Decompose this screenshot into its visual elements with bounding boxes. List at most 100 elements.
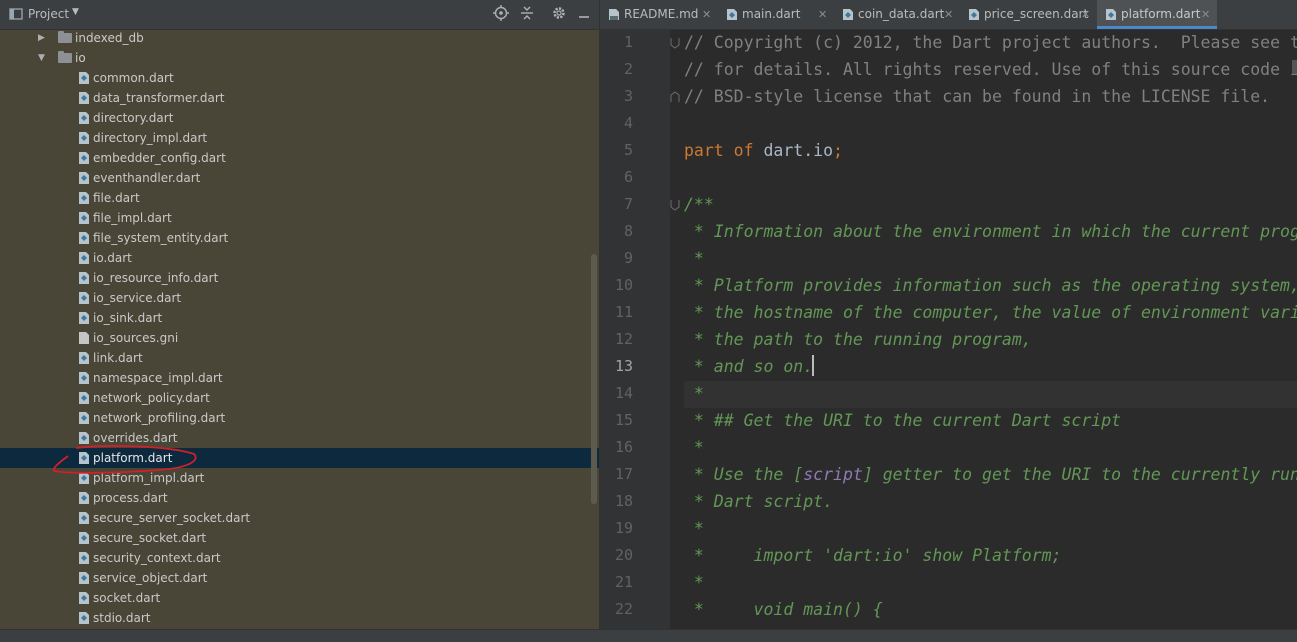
close-tab-icon[interactable]: ✕: [1081, 0, 1090, 29]
close-tab-icon[interactable]: ✕: [702, 0, 711, 29]
line-number: 21: [614, 573, 633, 591]
code-token: *: [684, 573, 704, 592]
tree-file[interactable]: io_sources.gni: [0, 328, 599, 348]
tree-file[interactable]: io.dart: [0, 248, 599, 268]
code-token: dart.io: [763, 141, 834, 160]
tree-file[interactable]: eventhandler.dart: [0, 168, 599, 188]
line-number: 1: [623, 33, 633, 51]
fold-marker-icon[interactable]: [670, 91, 680, 103]
editor-pane: README.md ✕ main.dart ✕ coin_data.dart ✕ price…: [599, 0, 1297, 629]
tree-file[interactable]: service_object.dart: [0, 568, 599, 588]
code-token: part of: [684, 141, 764, 160]
tree-item-label: link.dart: [93, 351, 143, 365]
tree-file[interactable]: network_profiling.dart: [0, 408, 599, 428]
chevron-down-icon[interactable]: ▼: [72, 7, 79, 17]
tab-label: platform.dart: [1121, 7, 1201, 21]
fold-marker-icon[interactable]: [670, 37, 680, 49]
close-tab-icon[interactable]: ✕: [944, 0, 953, 29]
close-tab-icon[interactable]: ✕: [818, 0, 827, 29]
tree-file[interactable]: secure_socket.dart: [0, 528, 599, 548]
code-line: * Dart script.: [684, 488, 833, 515]
dart-file-icon: [969, 9, 979, 20]
tree-file[interactable]: data_transformer.dart: [0, 88, 599, 108]
dart-file-icon: [843, 9, 853, 20]
project-tree[interactable]: ▶ indexed_db ▼ io common.dart data_transforme…: [0, 28, 599, 629]
dart-file-icon: [79, 252, 89, 264]
collapse-all-icon[interactable]: [518, 5, 536, 23]
code-token: * and so on.: [684, 357, 814, 376]
tree-file[interactable]: directory.dart: [0, 108, 599, 128]
tree-file[interactable]: io_sink.dart: [0, 308, 599, 328]
line-number: 9: [623, 249, 633, 267]
dart-file-icon: [79, 232, 89, 244]
tree-file[interactable]: link.dart: [0, 348, 599, 368]
editor-tab[interactable]: README.md ✕: [600, 0, 718, 29]
code-token: *: [684, 519, 704, 538]
tree-file[interactable]: file.dart: [0, 188, 599, 208]
editor-scrollbar[interactable]: [1292, 60, 1297, 74]
tree-file[interactable]: security_context.dart: [0, 548, 599, 568]
project-tool-window: Project ▼ ▶ indexed_db ▼ io common.dart data_…: [0, 0, 599, 629]
settings-icon[interactable]: [550, 5, 568, 23]
tree-file[interactable]: namespace_impl.dart: [0, 368, 599, 388]
code-line: part of dart.io;: [684, 137, 843, 164]
dart-file-icon: [79, 512, 89, 524]
tree-file[interactable]: file_system_entity.dart: [0, 228, 599, 248]
fold-marker-icon[interactable]: [670, 199, 680, 211]
tree-item-label: stdio.dart: [93, 611, 151, 625]
hide-icon[interactable]: [575, 5, 593, 23]
status-bar: [0, 629, 1297, 642]
tree-file[interactable]: directory_impl.dart: [0, 128, 599, 148]
tree-file[interactable]: embedder_config.dart: [0, 148, 599, 168]
project-view-selector[interactable]: Project: [28, 7, 69, 21]
tree-item-label: common.dart: [93, 71, 174, 85]
tree-item-label: embedder_config.dart: [93, 151, 226, 165]
locate-icon[interactable]: [492, 5, 510, 23]
code-line: *: [684, 569, 704, 596]
collapse-arrow-icon[interactable]: ▶: [38, 28, 45, 48]
dart-file-icon: [79, 132, 89, 144]
tree-file[interactable]: secure_server_socket.dart: [0, 508, 599, 528]
code-token: * the path to the running program,: [684, 330, 1032, 349]
dart-file-icon: [79, 552, 89, 564]
tree-file[interactable]: common.dart: [0, 68, 599, 88]
tree-file[interactable]: stdio.dart: [0, 608, 599, 628]
editor-tab[interactable]: coin_data.dart ✕: [834, 0, 960, 29]
expand-arrow-icon[interactable]: ▼: [38, 48, 45, 68]
code-line: // BSD-style license that can be found i…: [684, 83, 1270, 110]
tree-item-label: process.dart: [93, 491, 168, 505]
line-number: 19: [614, 519, 633, 537]
line-number: 20: [614, 546, 633, 564]
tree-file[interactable]: file_impl.dart: [0, 208, 599, 228]
tree-scrollbar[interactable]: [591, 254, 597, 504]
tree-file[interactable]: io_service.dart: [0, 288, 599, 308]
code-line: // for details. All rights reserved. Use…: [684, 56, 1297, 83]
code-token: script: [803, 465, 863, 484]
tree-file[interactable]: socket.dart: [0, 588, 599, 608]
editor-tab[interactable]: platform.dart ✕: [1097, 0, 1217, 29]
tree-folder[interactable]: ▶ indexed_db: [0, 28, 599, 48]
folder-icon: [58, 31, 72, 43]
line-number: 17: [614, 465, 633, 483]
editor-tab[interactable]: main.dart ✕: [718, 0, 834, 29]
tree-folder[interactable]: ▼ io: [0, 48, 599, 68]
code-line: * the path to the running program,: [684, 326, 1032, 353]
text-file-icon: [79, 332, 89, 344]
line-number: 5: [623, 141, 633, 159]
editor-tab[interactable]: price_screen.dart ✕: [960, 0, 1097, 29]
close-tab-icon[interactable]: ✕: [1201, 0, 1210, 29]
code-token: // Copyright (c) 2012, the Dart project …: [684, 33, 1297, 52]
tree-file[interactable]: process.dart: [0, 488, 599, 508]
dart-file-icon: [79, 112, 89, 124]
tab-label: coin_data.dart: [858, 7, 945, 21]
line-number: 22: [614, 600, 633, 618]
line-number: 12: [614, 330, 633, 348]
tree-item-label: io.dart: [93, 251, 132, 265]
code-token: * Information about the environment in w…: [693, 222, 1297, 241]
tree-file[interactable]: io_resource_info.dart: [0, 268, 599, 288]
code-line: /**: [684, 191, 714, 218]
code-area[interactable]: // Copyright (c) 2012, the Dart project …: [684, 29, 1297, 629]
line-number: 2: [623, 60, 633, 78]
code-line: *: [684, 434, 704, 461]
tree-file[interactable]: network_policy.dart: [0, 388, 599, 408]
